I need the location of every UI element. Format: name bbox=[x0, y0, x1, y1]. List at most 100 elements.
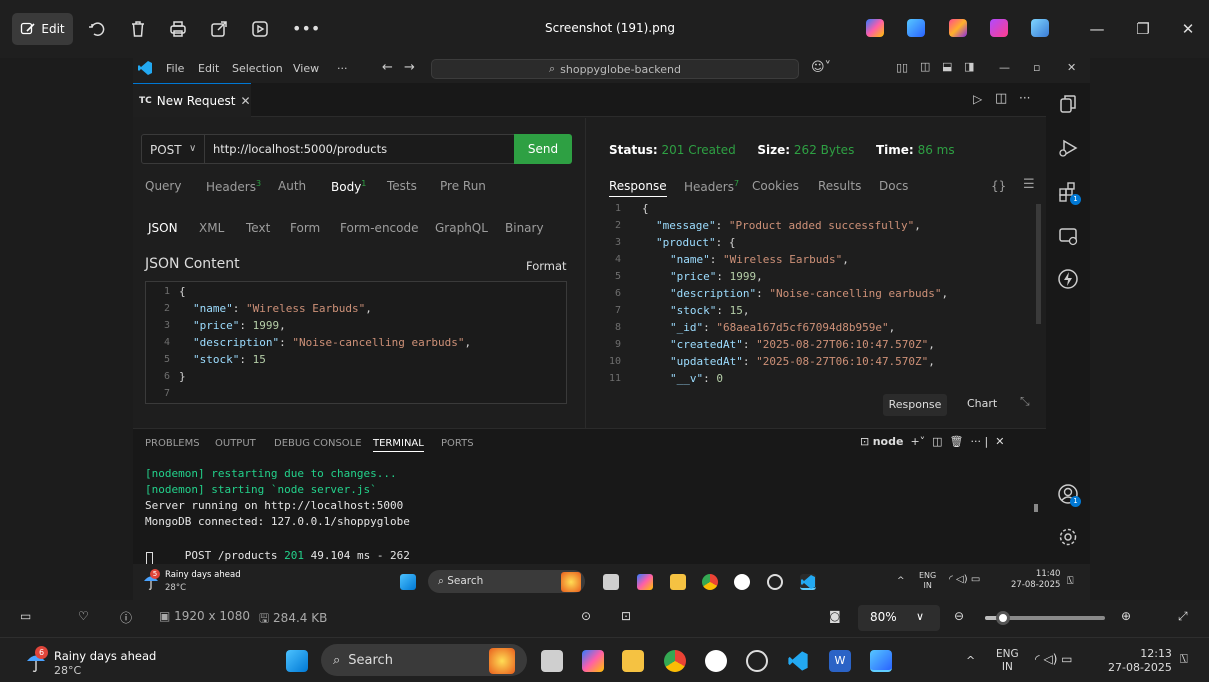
body-tab-json[interactable]: JSON bbox=[148, 221, 178, 235]
menu-icon[interactable]: ☰ bbox=[1023, 177, 1035, 192]
menu-selection[interactable]: Selection bbox=[232, 62, 283, 75]
run-debug-icon[interactable] bbox=[1057, 137, 1079, 159]
body-tab-binary[interactable]: Binary bbox=[505, 221, 544, 235]
notifications-icon[interactable]: ⍂ bbox=[1067, 574, 1074, 588]
visual-search-icon[interactable]: ⊙ bbox=[581, 609, 591, 623]
vscode-restore-icon[interactable]: ▫ bbox=[1033, 61, 1040, 74]
chevron-down-icon[interactable]: ∨ bbox=[189, 143, 196, 154]
toggle-secondary-icon[interactable]: ◨ bbox=[964, 60, 974, 73]
body-tab-text[interactable]: Text bbox=[246, 221, 270, 235]
chrome-icon[interactable] bbox=[702, 574, 718, 590]
body-tab-graphql[interactable]: GraphQL bbox=[435, 221, 488, 235]
terminal-more-icon[interactable]: ··· | bbox=[967, 435, 989, 448]
expand-icon[interactable]: ⤡ bbox=[1020, 394, 1030, 409]
more-icon[interactable]: ••• bbox=[292, 19, 320, 39]
info-icon[interactable]: ⓘ bbox=[120, 609, 132, 626]
kill-terminal-icon[interactable]: 🗑 bbox=[946, 435, 964, 448]
split-editor-icon[interactable]: ◫ bbox=[995, 91, 1007, 106]
res-tab-response[interactable]: Response bbox=[609, 179, 667, 197]
settings-gear-icon[interactable] bbox=[1057, 526, 1079, 548]
copilot-icon[interactable] bbox=[582, 650, 604, 672]
tab-body[interactable]: Body1 bbox=[331, 179, 366, 194]
split-terminal-icon[interactable]: ◫ bbox=[929, 435, 942, 448]
menu-more[interactable]: ··· bbox=[337, 62, 348, 75]
toggle-panel-icon[interactable]: ⬓ bbox=[942, 60, 952, 73]
language-indicator[interactable]: ENG IN bbox=[919, 571, 936, 591]
method-select[interactable]: POST bbox=[150, 143, 182, 157]
mongodb-compass-icon[interactable] bbox=[734, 574, 750, 590]
view-response-button[interactable]: Response bbox=[883, 394, 947, 416]
chrome-icon[interactable] bbox=[664, 650, 686, 672]
zoom-in-icon[interactable]: ⊕ bbox=[1121, 609, 1131, 623]
start-icon[interactable] bbox=[286, 650, 308, 672]
network-volume-battery-icons[interactable]: ◜ ◁) ▭ bbox=[1035, 652, 1073, 666]
response-scrollbar[interactable] bbox=[1036, 204, 1041, 324]
share-icon[interactable] bbox=[209, 19, 229, 39]
mongodb-compass-icon[interactable] bbox=[705, 650, 727, 672]
cloud-icon[interactable] bbox=[1031, 19, 1049, 37]
fullscreen-icon[interactable]: ⤢ bbox=[1178, 609, 1188, 624]
task-view-icon[interactable] bbox=[541, 650, 563, 672]
panel-tab-ports[interactable]: PORTS bbox=[441, 438, 474, 449]
start-icon[interactable] bbox=[400, 574, 416, 590]
delete-icon[interactable] bbox=[128, 19, 148, 39]
body-tab-xml[interactable]: XML bbox=[199, 221, 224, 235]
task-view-icon[interactable] bbox=[603, 574, 619, 590]
zoom-select[interactable]: 80% ∨ bbox=[858, 605, 940, 631]
favorite-heart-icon[interactable]: ♡ bbox=[78, 609, 89, 623]
tray-chevron-icon[interactable]: ^ bbox=[966, 654, 975, 667]
tab-auth[interactable]: Auth bbox=[278, 179, 306, 193]
copilot-icon[interactable]: ☺˅ bbox=[811, 60, 831, 75]
tab-query[interactable]: Query bbox=[145, 179, 181, 193]
minimize-icon[interactable]: — bbox=[1087, 19, 1107, 39]
json-body-editor[interactable]: 1{2 "name": "Wireless Earbuds", 3 "price": … bbox=[145, 281, 567, 404]
panel-tab-output[interactable]: OUTPUT bbox=[215, 438, 256, 449]
vscode-minimize-icon[interactable]: — bbox=[999, 61, 1010, 74]
tray-chevron-icon[interactable]: ^ bbox=[897, 576, 905, 586]
back-arrow-icon[interactable]: ← bbox=[382, 60, 393, 75]
chatgpt-icon[interactable] bbox=[767, 574, 783, 590]
actual-size-icon[interactable]: ◙ bbox=[829, 609, 841, 623]
tab-headers[interactable]: Headers3 bbox=[206, 179, 261, 194]
braces-icon[interactable]: {} bbox=[991, 179, 1006, 193]
slideshow-icon[interactable] bbox=[250, 19, 270, 39]
vscode-taskbar-icon[interactable] bbox=[787, 650, 809, 672]
designer-icon[interactable] bbox=[949, 19, 967, 37]
res-tab-cookies[interactable]: Cookies bbox=[752, 179, 799, 193]
tab-new-request[interactable]: TC New Request ✕ bbox=[133, 83, 251, 117]
file-explorer-icon[interactable] bbox=[670, 574, 686, 590]
close-icon[interactable]: ✕ bbox=[1178, 19, 1198, 39]
send-button[interactable]: Send bbox=[514, 134, 572, 164]
inner-clock[interactable]: 11:40 27-08-2025 bbox=[1011, 569, 1060, 591]
clipchamp-icon[interactable] bbox=[990, 19, 1008, 37]
panel-tab-terminal[interactable]: TERMINAL bbox=[373, 438, 424, 452]
file-explorer-icon[interactable] bbox=[622, 650, 644, 672]
tab-close-icon[interactable]: ✕ bbox=[240, 94, 250, 108]
paint-icon[interactable] bbox=[870, 650, 892, 672]
new-terminal-icon[interactable]: +˅ bbox=[907, 435, 925, 448]
language-indicator[interactable]: ENG IN bbox=[996, 648, 1019, 674]
word-icon[interactable]: W bbox=[829, 650, 851, 672]
print-icon[interactable] bbox=[168, 19, 188, 39]
zoom-slider[interactable] bbox=[985, 611, 1105, 625]
thunder-client-icon[interactable] bbox=[1057, 268, 1079, 290]
menu-view[interactable]: View bbox=[293, 62, 319, 75]
layout-icon[interactable]: ▯▯ bbox=[896, 61, 908, 74]
extensions-icon[interactable]: 1 bbox=[1057, 181, 1081, 205]
menu-file[interactable]: File bbox=[166, 62, 184, 75]
view-chart-button[interactable]: Chart bbox=[967, 397, 997, 410]
res-tab-headers[interactable]: Headers7 bbox=[684, 179, 739, 194]
panel-tab-debug-console[interactable]: DEBUG CONSOLE bbox=[274, 438, 362, 449]
panel-tab-problems[interactable]: PROBLEMS bbox=[145, 438, 200, 449]
forward-arrow-icon[interactable]: → bbox=[404, 60, 415, 75]
editor-more-icon[interactable]: ··· bbox=[1019, 91, 1030, 105]
res-tab-docs[interactable]: Docs bbox=[879, 179, 908, 193]
close-panel-icon[interactable]: ✕ bbox=[992, 435, 1004, 448]
shell-name[interactable]: node bbox=[873, 435, 904, 448]
tab-tests[interactable]: Tests bbox=[387, 179, 417, 193]
body-tab-form-encode[interactable]: Form-encode bbox=[340, 221, 419, 235]
zoom-slider-thumb[interactable] bbox=[996, 611, 1010, 625]
copilot-icon[interactable] bbox=[637, 574, 653, 590]
vscode-taskbar-icon[interactable] bbox=[800, 574, 816, 590]
menu-edit[interactable]: Edit bbox=[198, 62, 219, 75]
